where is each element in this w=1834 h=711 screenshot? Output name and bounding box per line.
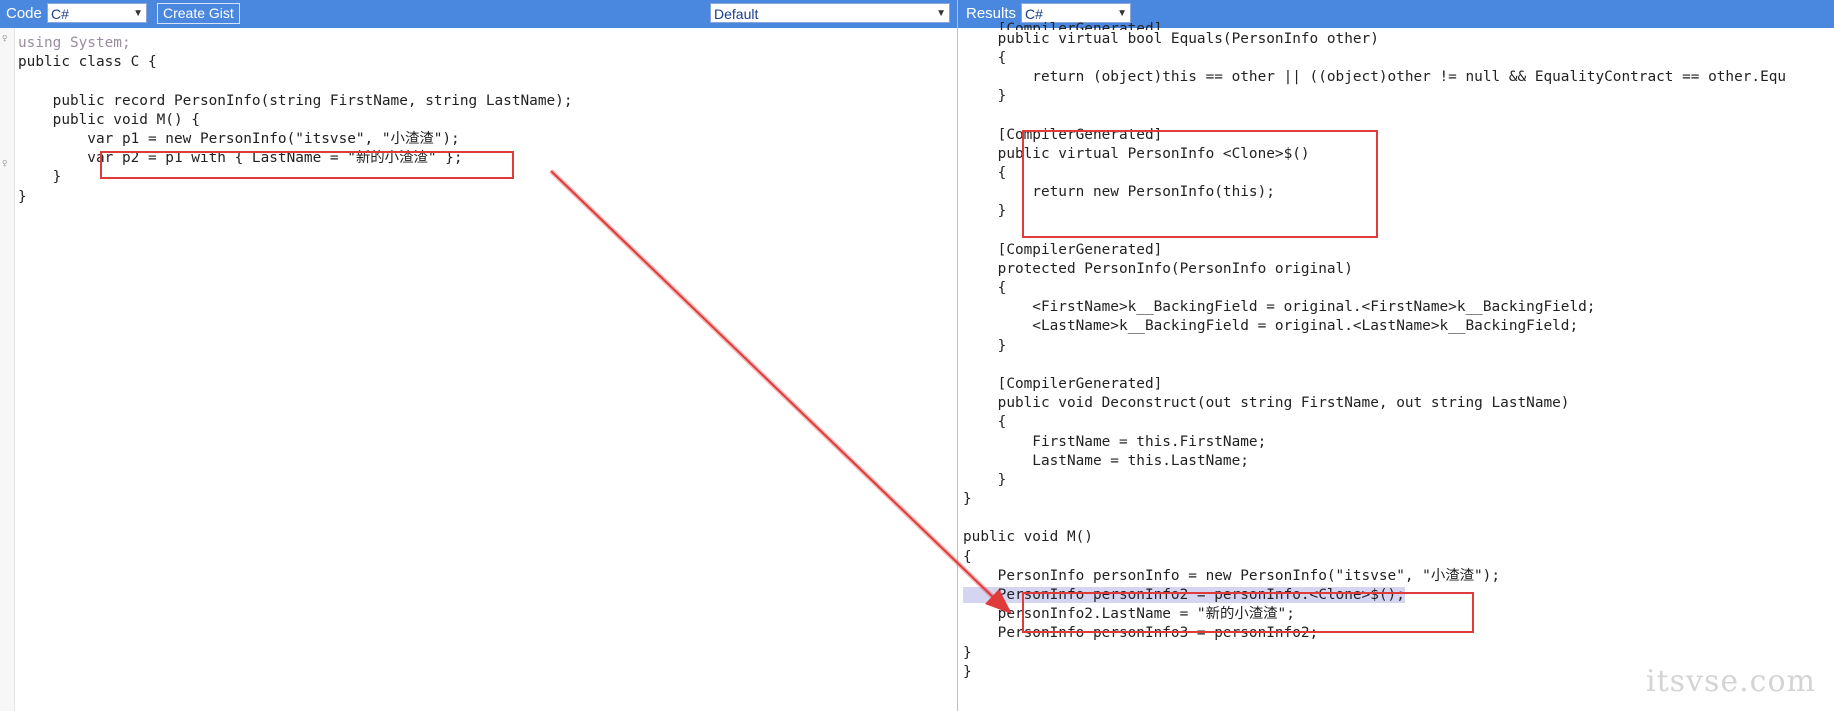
watermark: itsvse.com <box>1646 664 1816 699</box>
annotation-arrow <box>549 169 1012 614</box>
